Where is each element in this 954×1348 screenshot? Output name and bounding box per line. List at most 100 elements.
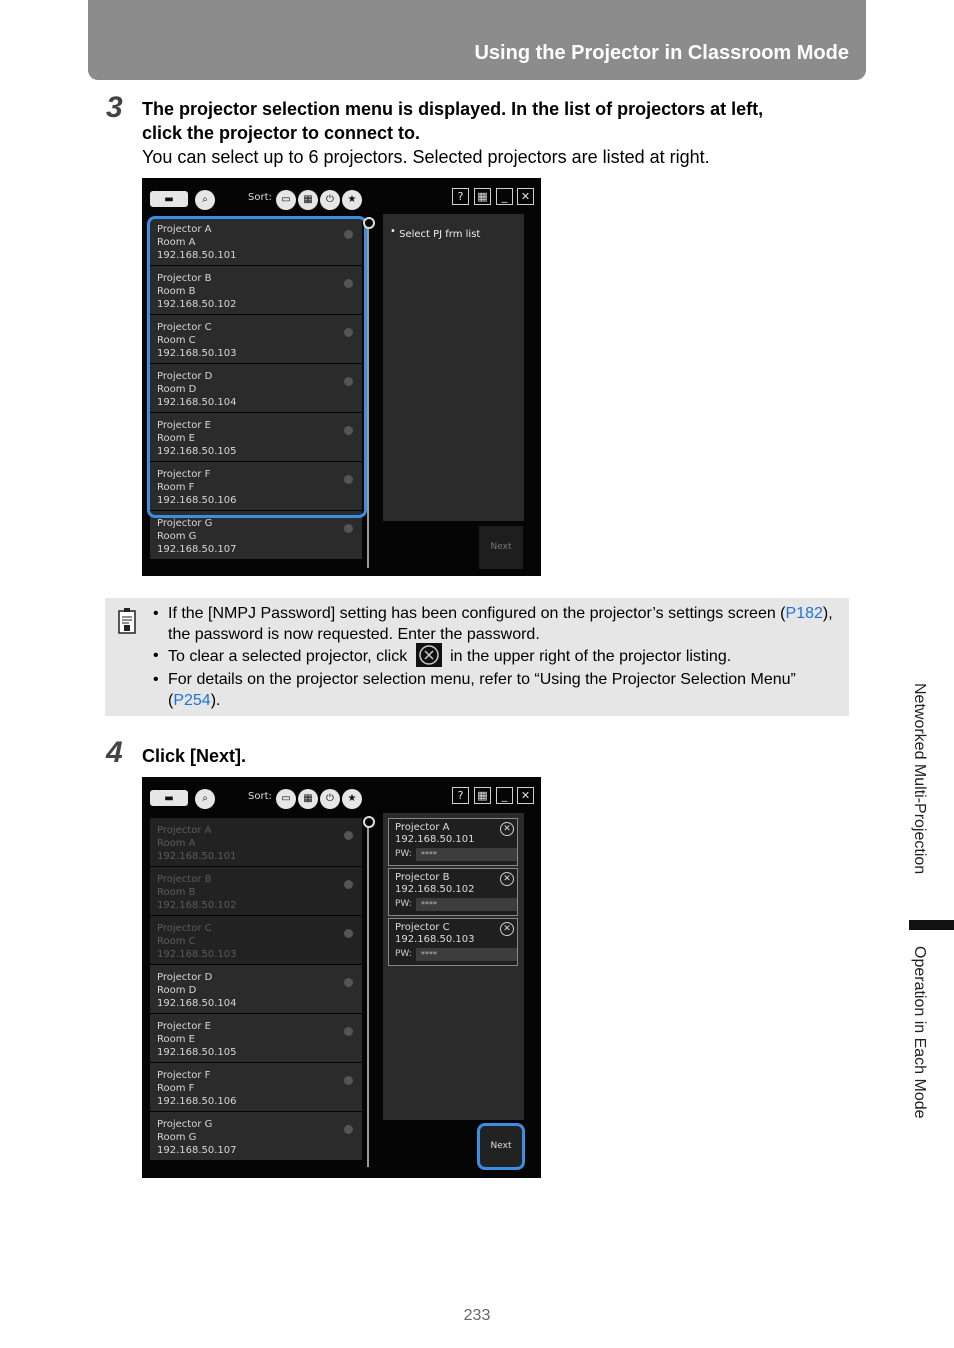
password-label: PW: [395, 849, 412, 859]
projector-list-item[interactable]: Projector B Room B 192.168.50.102 [150, 867, 362, 916]
projector-name: Projector E [157, 1021, 211, 1032]
status-icon [344, 524, 353, 533]
projector-list-item[interactable]: Projector A Room A 192.168.50.101 [150, 818, 362, 867]
status-icon [344, 978, 353, 987]
password-label: PW: [395, 899, 412, 909]
password-field[interactable]: **** [416, 848, 517, 861]
clear-selection-icon[interactable]: ✕ [500, 922, 514, 936]
scrollbar[interactable] [367, 822, 369, 1167]
projector-ip: 192.168.50.106 [157, 1096, 237, 1107]
projector-list-item[interactable]: Projector C Room C 192.168.50.103 [150, 916, 362, 965]
projector-room: Room F [157, 1083, 195, 1094]
clear-selection-icon[interactable]: ✕ [500, 822, 514, 836]
page-link-p182[interactable]: P182 [786, 605, 823, 622]
next-button[interactable]: Next [479, 526, 523, 569]
projector-ip: 192.168.50.104 [157, 998, 237, 1009]
projector-ip: 192.168.50.101 [157, 851, 237, 862]
selected-projector-card: Projector A 192.168.50.101 ✕ PW: **** [388, 818, 518, 866]
sort-favorite-icon[interactable]: ★ [342, 789, 362, 809]
selected-projector-ip: 192.168.50.103 [395, 934, 475, 945]
status-icon [344, 929, 353, 938]
projector-name: Projector A [157, 825, 212, 836]
projector-list-item[interactable]: Projector D Room D 192.168.50.104 [150, 965, 362, 1014]
placeholder-label: Select PJ frm list [399, 229, 481, 240]
note-text: ). [210, 692, 221, 709]
search-icon[interactable]: ⌕ [195, 190, 215, 210]
clear-selection-icon[interactable]: ✕ [500, 872, 514, 886]
projector-ip: 192.168.50.107 [157, 1145, 237, 1156]
projector-name: Projector F [157, 1070, 211, 1081]
close-button[interactable]: ✕ [517, 188, 534, 205]
selected-projector-name: Projector A [395, 822, 450, 833]
search-icon[interactable]: ⌕ [195, 789, 215, 809]
page-header: Using the Projector in Classroom Mode [88, 0, 866, 80]
password-label: PW: [395, 949, 412, 959]
note-text: If the [NMPJ Password] setting has been … [168, 605, 786, 622]
minimize-button[interactable]: _ [496, 188, 513, 205]
projector-name: Projector G [157, 518, 213, 529]
projector-list-item[interactable]: Projector F Room F 192.168.50.106 [150, 1063, 362, 1112]
clear-projector-icon [415, 643, 442, 667]
scrollbar-knob[interactable] [363, 217, 375, 229]
page-link-p254[interactable]: P254 [173, 692, 210, 709]
projector-list-item[interactable]: Projector G Room G 192.168.50.107 [150, 1112, 362, 1161]
scrollbar[interactable] [367, 223, 369, 568]
help-button[interactable]: ? [452, 188, 469, 205]
projector-ip: 192.168.50.102 [157, 900, 237, 911]
projector-selection-screenshot-1: ▬ ⌕ Sort: ▭ ▦ ⏻ ★ ? ▦ _ ✕ Projector A Ro… [142, 178, 541, 576]
sort-power-icon[interactable]: ⏻ [320, 190, 340, 210]
minimize-button[interactable]: _ [496, 787, 513, 804]
step-3-number: 3 [106, 91, 123, 124]
note-item: To clear a selected projector, click in … [153, 643, 843, 669]
projector-icon[interactable]: ▬ [150, 790, 188, 806]
projector-name: Projector D [157, 972, 213, 983]
selected-projector-ip: 192.168.50.101 [395, 834, 475, 845]
grid-view-icon[interactable]: ▦ [474, 188, 491, 205]
step-4-text: Click [Next]. [142, 746, 247, 766]
sort-projector-icon[interactable]: ▭ [276, 190, 296, 210]
status-icon [344, 1076, 353, 1085]
sort-power-icon[interactable]: ⏻ [320, 789, 340, 809]
selected-projector-name: Projector B [395, 872, 450, 883]
note-box: If the [NMPJ Password] setting has been … [105, 598, 849, 716]
projector-room: Room G [157, 1132, 197, 1143]
sort-room-icon[interactable]: ▦ [298, 789, 318, 809]
grid-view-icon[interactable]: ▦ [474, 787, 491, 804]
sort-projector-icon[interactable]: ▭ [276, 789, 296, 809]
status-icon [344, 831, 353, 840]
step-4-number: 4 [106, 736, 123, 769]
selected-projector-card: Projector B 192.168.50.102 ✕ PW: **** [388, 868, 518, 916]
scrollbar-knob[interactable] [363, 816, 375, 828]
selected-projector-card: Projector C 192.168.50.103 ✕ PW: **** [388, 918, 518, 966]
close-button[interactable]: ✕ [517, 787, 534, 804]
placeholder-text: • Select PJ frm list [390, 226, 481, 240]
projector-icon[interactable]: ▬ [150, 191, 188, 207]
projector-list-item[interactable]: Projector G Room G 192.168.50.107 [150, 511, 362, 560]
projector-ip: 192.168.50.105 [157, 1047, 237, 1058]
sort-room-icon[interactable]: ▦ [298, 190, 318, 210]
projector-name: Projector B [157, 874, 212, 885]
status-icon [344, 880, 353, 889]
next-highlight [477, 1123, 525, 1170]
sort-favorite-icon[interactable]: ★ [342, 190, 362, 210]
step-3-description: You can select up to 6 projectors. Selec… [142, 147, 710, 167]
memo-icon [117, 608, 137, 634]
note-text: in the upper right of the projector list… [450, 648, 732, 666]
projector-ip: 192.168.50.107 [157, 544, 237, 555]
side-tab-marker [909, 920, 954, 930]
selected-projector-pane: • Select PJ frm list [383, 214, 524, 521]
password-field[interactable]: **** [416, 948, 517, 961]
note-item: For details on the projector selection m… [153, 669, 843, 711]
step-3-instruction-line1: The projector selection menu is displaye… [142, 99, 764, 119]
password-field[interactable]: **** [416, 898, 517, 911]
sort-label: Sort: [248, 192, 272, 203]
projector-list-item[interactable]: Projector E Room E 192.168.50.105 [150, 1014, 362, 1063]
projector-name: Projector C [157, 923, 212, 934]
help-button[interactable]: ? [452, 787, 469, 804]
projector-selection-screenshot-2: ▬ ⌕ Sort: ▭ ▦ ⏻ ★ ? ▦ _ ✕ Projector A Ro… [142, 777, 541, 1178]
side-subsection-label: Operation in Each Mode [911, 946, 928, 1119]
sort-label: Sort: [248, 791, 272, 802]
header-title: Using the Projector in Classroom Mode [474, 42, 849, 64]
selected-projector-ip: 192.168.50.102 [395, 884, 475, 895]
step-3-text: The projector selection menu is displaye… [142, 97, 852, 169]
